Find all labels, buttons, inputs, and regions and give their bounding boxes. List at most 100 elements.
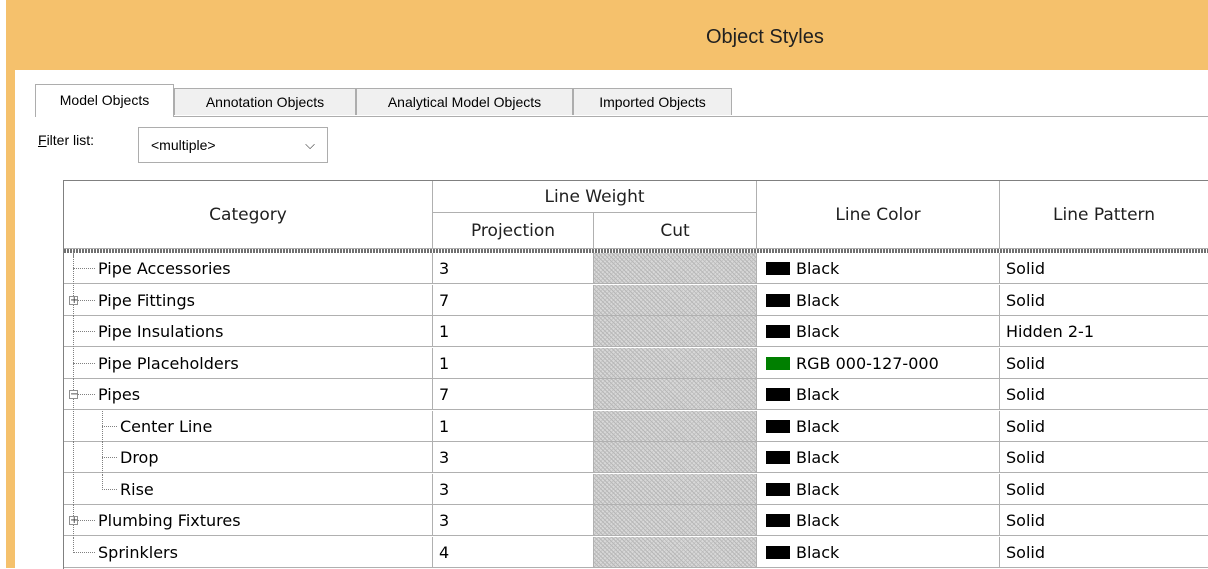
cut-cell (594, 410, 757, 442)
header-line-color[interactable]: Line Color (757, 181, 1000, 249)
table-row[interactable]: Pipe Insulations 1 Black Hidden 2-1 (64, 316, 1208, 347)
category-label: Sprinklers (98, 542, 178, 562)
category-cell[interactable]: Drop (64, 442, 433, 473)
filter-label-text: ilter list: (46, 132, 95, 148)
category-cell[interactable]: Sprinklers (64, 536, 433, 568)
table-row[interactable]: + Plumbing Fixtures 3 Black Solid (64, 505, 1208, 536)
table-row[interactable]: − Pipes 7 Black Solid (64, 379, 1208, 410)
color-name: Black (796, 448, 840, 467)
expand-icon[interactable]: + (69, 516, 78, 526)
category-cell[interactable]: + Pipe Fittings (64, 284, 433, 316)
tab-model-objects[interactable]: Model Objects (35, 84, 174, 117)
projection-cell[interactable]: 3 (433, 473, 594, 505)
line-pattern-cell[interactable]: Solid (1000, 442, 1208, 473)
color-swatch (766, 262, 790, 275)
table-row[interactable]: Sprinklers 4 Black Solid (64, 536, 1208, 568)
category-label: Pipe Insulations (98, 322, 224, 341)
line-color-cell[interactable]: RGB 000-127-000 (757, 347, 1000, 379)
line-pattern-cell[interactable]: Solid (1000, 505, 1208, 536)
filter-list-label: Filter list: (38, 132, 94, 148)
header-category[interactable]: Category (64, 181, 433, 249)
cut-cell (594, 536, 757, 568)
color-name: Black (796, 479, 840, 499)
expand-icon[interactable]: + (69, 295, 78, 305)
tab-strip: Model Objects Annotation Objects Analyti… (35, 84, 1208, 117)
projection-cell[interactable]: 1 (433, 316, 594, 347)
color-name: Black (796, 259, 840, 278)
tree-line (102, 457, 117, 458)
header-line-weight: Line Weight (433, 181, 757, 213)
filter-accelerator: F (38, 132, 47, 148)
color-swatch (766, 325, 790, 338)
line-color-cell[interactable]: Black (757, 536, 1000, 568)
color-swatch (766, 356, 790, 370)
line-color-cell[interactable]: Black (757, 505, 1000, 536)
table-row[interactable]: Pipe Placeholders 1 RGB 000-127-000 Solid (64, 347, 1208, 379)
projection-cell[interactable]: 3 (433, 442, 594, 473)
collapse-icon[interactable]: − (69, 390, 78, 400)
projection-cell[interactable]: 4 (433, 536, 594, 568)
line-pattern-cell[interactable]: Solid (1000, 253, 1208, 284)
color-name: Black (796, 322, 840, 341)
cut-cell (594, 347, 757, 379)
line-pattern-cell[interactable]: Solid (1000, 537, 1208, 568)
tree-line (73, 331, 95, 332)
title-bar[interactable]: Object Styles (6, 0, 1208, 70)
table-row[interactable]: Drop 3 Black Solid (64, 442, 1208, 473)
line-pattern-cell[interactable]: Solid (1000, 474, 1208, 505)
category-cell[interactable]: − Pipes (64, 379, 433, 410)
line-pattern-cell[interactable]: Solid (1000, 348, 1208, 379)
line-color-cell[interactable]: Black (757, 379, 1000, 410)
category-cell[interactable]: Pipe Placeholders (64, 347, 433, 379)
projection-cell[interactable]: 7 (433, 379, 594, 410)
tree-line (73, 473, 74, 505)
line-color-cell[interactable]: Black (757, 410, 1000, 442)
table-row[interactable]: Rise 3 Black Solid (64, 473, 1208, 505)
table-row[interactable]: + Pipe Fittings 7 Black Solid (64, 284, 1208, 316)
color-swatch (766, 482, 790, 496)
line-pattern-cell[interactable]: Solid (1000, 411, 1208, 442)
category-cell[interactable]: Center Line (64, 410, 433, 442)
line-color-cell[interactable]: Black (757, 316, 1000, 347)
projection-cell[interactable]: 1 (433, 347, 594, 379)
category-cell[interactable]: + Plumbing Fixtures (64, 505, 433, 536)
category-label: Pipe Fittings (98, 290, 195, 310)
color-swatch (766, 293, 790, 307)
category-cell[interactable]: Pipe Insulations (64, 316, 433, 347)
header-projection[interactable]: Projection (433, 213, 594, 249)
tab-annotation-objects[interactable]: Annotation Objects (174, 88, 356, 115)
line-pattern-cell[interactable]: Solid (1000, 285, 1208, 316)
category-cell[interactable]: Pipe Accessories (64, 253, 433, 284)
projection-cell[interactable]: 3 (433, 253, 594, 284)
color-swatch (766, 388, 790, 401)
tree-line (102, 488, 117, 490)
table-row[interactable]: Pipe Accessories 3 Black Solid (64, 253, 1208, 284)
object-styles-window: Object Styles Model Objects Annotation O… (6, 0, 1208, 569)
cut-cell (594, 284, 757, 316)
line-pattern-cell[interactable]: Hidden 2-1 (1000, 316, 1208, 347)
color-swatch (766, 419, 790, 433)
category-cell[interactable]: Rise (64, 473, 433, 505)
projection-cell[interactable]: 3 (433, 505, 594, 536)
color-swatch (766, 451, 790, 464)
cut-cell (594, 253, 757, 284)
header-cut[interactable]: Cut (594, 213, 757, 249)
projection-cell[interactable]: 1 (433, 410, 594, 442)
header-line-pattern[interactable]: Line Pattern (1000, 181, 1208, 249)
category-label: Pipes (98, 385, 141, 404)
line-pattern-cell[interactable]: Solid (1000, 379, 1208, 410)
filter-list-dropdown[interactable]: <multiple> ⌵ (138, 127, 328, 163)
line-color-cell[interactable]: Black (757, 442, 1000, 473)
color-name: Black (796, 542, 840, 562)
tab-imported-objects[interactable]: Imported Objects (573, 88, 732, 115)
chevron-down-icon: ⌵ (305, 137, 315, 152)
category-label: Drop (120, 448, 159, 467)
tree-line (102, 425, 117, 427)
table-row[interactable]: Center Line 1 Black Solid (64, 410, 1208, 442)
line-color-cell[interactable]: Black (757, 284, 1000, 316)
tab-analytical-model-objects[interactable]: Analytical Model Objects (356, 88, 573, 115)
category-label: Rise (120, 479, 154, 499)
projection-cell[interactable]: 7 (433, 284, 594, 316)
line-color-cell[interactable]: Black (757, 253, 1000, 284)
line-color-cell[interactable]: Black (757, 473, 1000, 505)
